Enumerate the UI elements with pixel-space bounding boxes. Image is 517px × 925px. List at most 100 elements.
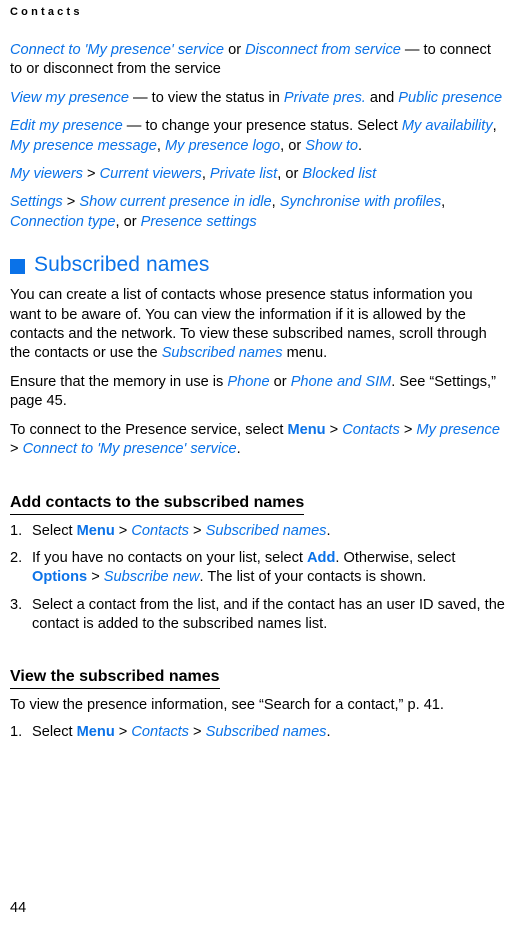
ui-string-connect-to-my-presence-service: Connect to 'My presence' service	[10, 42, 225, 58]
ui-string-public-presence: Public presence	[398, 89, 503, 106]
text-run: — to change your presence status. Select	[122, 118, 402, 135]
ui-key-menu: Menu	[287, 421, 326, 438]
text-run: Ensure that the memory in use is	[10, 373, 228, 390]
page-number: 44	[10, 900, 27, 916]
ui-string-synchronise-with-profiles: Synchronise with profiles	[279, 194, 442, 211]
paragraph-subscribed-names-intro: You can create a list of contacts whose …	[10, 286, 507, 364]
paragraph-view-my-presence: View my presence — to view the status in…	[10, 89, 507, 108]
ui-string-disconnect-from-service: Disconnect from service	[245, 42, 401, 58]
paragraph-view-presence-info: To view the presence information, see “S…	[10, 696, 507, 715]
paragraph-settings: Settings > Show current presence in idle…	[10, 193, 507, 232]
text-run: .	[358, 137, 363, 154]
text-run: ,	[441, 194, 446, 211]
ui-string-connect-to-my-presence-service: Connect to 'My presence' service	[22, 441, 237, 458]
text-run: To view the presence information, see “S…	[10, 696, 444, 713]
ui-key-menu: Menu	[76, 723, 115, 740]
ui-key-options: Options	[32, 569, 88, 586]
text-run: .	[236, 441, 241, 458]
text-run: .	[326, 723, 331, 740]
paragraph-edit-my-presence: Edit my presence — to change your presen…	[10, 117, 507, 156]
list-item-number: 2.	[10, 549, 23, 566]
text-run: or	[269, 373, 291, 390]
ordered-list-view-subscribed: 1. Select Menu > Contacts > Subscribed n…	[10, 723, 507, 742]
subsection-heading-add-contacts: Add contacts to the subscribed names	[10, 493, 305, 515]
ui-string-subscribed-names: Subscribed names	[161, 345, 283, 362]
ui-string-view-my-presence: View my presence	[10, 89, 129, 106]
text-run: , or	[280, 137, 306, 154]
list-item-body: Select a contact from the list, and if t…	[32, 596, 507, 635]
path-separator: >	[399, 421, 417, 438]
list-item: 3. Select a contact from the list, and i…	[10, 596, 507, 635]
path-separator: >	[188, 522, 206, 539]
paragraph-my-viewers: My viewers > Current viewers, Private li…	[10, 165, 507, 184]
ui-string-my-availability: My availability	[401, 118, 493, 135]
text-run: To connect to the Presence service, sele…	[10, 421, 288, 438]
document-page: Contacts Connect to 'My presence' servic…	[0, 0, 517, 925]
square-bullet-icon	[10, 258, 25, 274]
path-separator: >	[87, 569, 104, 586]
list-item-body: Select Menu > Contacts > Subscribed name…	[32, 723, 507, 742]
text-run: . Otherwise, select	[335, 549, 456, 566]
path-separator: >	[114, 522, 132, 539]
subsection-heading-view-subscribed: View the subscribed names	[10, 667, 220, 689]
ui-string-subscribed-names: Subscribed names	[205, 723, 327, 740]
path-separator: >	[10, 441, 23, 458]
text-run: Select	[32, 723, 77, 740]
ui-string-contacts: Contacts	[342, 421, 400, 438]
ordered-list-add-contacts: 1. Select Menu > Contacts > Subscribed n…	[10, 522, 507, 635]
ui-string-subscribe-new: Subscribe new	[103, 569, 200, 586]
ui-string-private-list: Private list	[209, 166, 278, 183]
text-run: menu.	[282, 345, 328, 362]
text-run: If you have no contacts on your list, se…	[32, 549, 307, 566]
path-separator: >	[82, 166, 100, 183]
list-item-body: If you have no contacts on your list, se…	[32, 549, 507, 588]
text-run: and	[365, 89, 399, 106]
section-heading: Subscribed names	[10, 253, 507, 277]
path-separator: >	[325, 421, 343, 438]
section-heading-label: Subscribed names	[34, 253, 210, 277]
list-item-number: 1.	[10, 723, 23, 740]
text-run: , or	[277, 166, 303, 183]
running-header: Contacts	[10, 6, 83, 18]
ui-string-private-pres: Private pres.	[283, 89, 366, 106]
ui-string-contacts: Contacts	[131, 723, 189, 740]
text-run: ,	[156, 137, 165, 154]
text-run: ,	[271, 194, 280, 211]
paragraph-connect-presence-service: To connect to the Presence service, sele…	[10, 421, 507, 460]
ui-string-my-presence-message: My presence message	[10, 137, 157, 154]
ui-string-edit-my-presence: Edit my presence	[10, 118, 123, 135]
list-item-body: Select Menu > Contacts > Subscribed name…	[32, 522, 507, 541]
subsection-heading-add-contacts-wrap: Add contacts to the subscribed names	[10, 469, 507, 522]
ui-string-contacts: Contacts	[131, 522, 189, 539]
ui-string-subscribed-names: Subscribed names	[205, 522, 327, 539]
ui-key-add: Add	[307, 549, 336, 566]
text-run: ,	[201, 166, 210, 183]
path-separator: >	[114, 723, 132, 740]
ui-string-my-presence-logo: My presence logo	[164, 137, 281, 154]
list-item: 1. Select Menu > Contacts > Subscribed n…	[10, 522, 507, 541]
text-run: .	[326, 522, 331, 539]
ui-string-phone-and-sim: Phone and SIM	[290, 373, 392, 390]
text-run: ,	[492, 118, 497, 135]
text-run: Select a contact from the list, and if t…	[32, 596, 505, 633]
ui-string-presence-settings: Presence settings	[140, 213, 257, 230]
ui-string-connection-type: Connection type	[10, 213, 116, 230]
list-item-number: 1.	[10, 522, 23, 539]
path-separator: >	[62, 194, 80, 211]
ui-string-show-current-presence-in-idle: Show current presence in idle	[79, 194, 272, 211]
text-run: . The list of your contacts is shown.	[199, 569, 427, 586]
list-item-number: 3.	[10, 596, 23, 613]
paragraph-memory-in-use: Ensure that the memory in use is Phone o…	[10, 373, 507, 412]
text-run: or	[224, 42, 246, 58]
ui-string-settings: Settings	[10, 194, 63, 211]
ui-key-menu: Menu	[76, 522, 115, 539]
list-item: 2. If you have no contacts on your list,…	[10, 549, 507, 588]
list-item: 1. Select Menu > Contacts > Subscribed n…	[10, 723, 507, 742]
paragraph-connect-disconnect: Connect to 'My presence' service or Disc…	[10, 41, 507, 80]
ui-string-blocked-list: Blocked list	[302, 166, 377, 183]
ui-string-my-presence: My presence	[416, 421, 500, 438]
ui-string-show-to: Show to	[305, 137, 359, 154]
text-run: — to view the status in	[128, 89, 284, 106]
ui-string-my-viewers: My viewers	[10, 166, 83, 183]
ui-string-phone: Phone	[227, 373, 270, 390]
